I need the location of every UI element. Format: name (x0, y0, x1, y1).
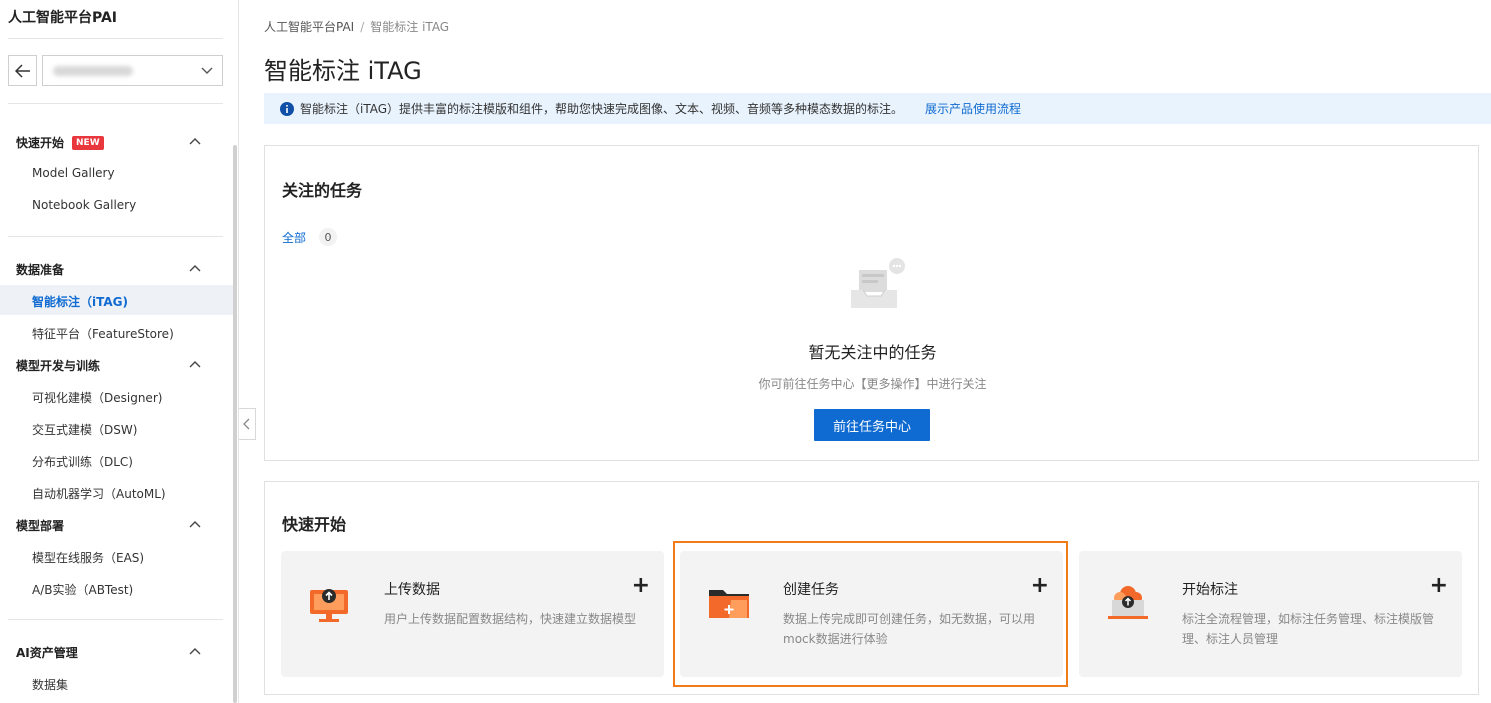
app-root: 人工智能平台PAI 快速开始 NEW Model Gallery Noteboo… (0, 0, 1491, 703)
nav-item-datasets[interactable]: 数据集 (32, 676, 68, 693)
cloud-laptop-icon (1108, 586, 1148, 619)
nav-group-label: 快速开始 (16, 136, 65, 150)
chevron-up-icon[interactable] (188, 518, 202, 530)
nav-item-dlc[interactable]: 分布式训练（DLC) (32, 453, 133, 470)
nav-group-deploy[interactable]: 模型部署 (16, 517, 64, 534)
page-title: 智能标注 iTAG (264, 57, 422, 85)
nav-item-abtest[interactable]: A/B实验（ABTest) (32, 581, 133, 598)
breadcrumb-separator: / (360, 20, 365, 34)
followed-tasks-card: 关注的任务 全部 0 暂无关注中的任务 你可前往任务中心【更多操作】中进行关注 … (264, 145, 1479, 461)
nav-item-model-gallery[interactable]: Model Gallery (32, 166, 115, 180)
breadcrumb-root[interactable]: 人工智能平台PAI (264, 20, 354, 34)
product-flow-link[interactable]: 展示产品使用流程 (925, 100, 1021, 117)
arrow-left-icon (14, 63, 30, 78)
start-labeling-card[interactable]: 开始标注 标注全流程管理，如标注任务管理、标注模版管理、标注人员管理 + (1079, 551, 1462, 677)
app-title: 人工智能平台PAI (8, 10, 118, 26)
workspace-select[interactable] (42, 55, 223, 86)
empty-inbox-icon (851, 258, 905, 308)
nav-item-automl[interactable]: 自动机器学习（AutoML) (32, 485, 166, 502)
nav-group-label: 模型部署 (16, 519, 65, 533)
nav-group-label: AI资产管理 (16, 646, 78, 660)
plus-icon[interactable]: + (1430, 575, 1448, 597)
card-name: 上传数据 (384, 582, 440, 598)
card-description: 标注全流程管理，如标注任务管理、标注模版管理、标注人员管理 (1182, 612, 1435, 646)
empty-state-title: 暂无关注中的任务 (808, 343, 937, 362)
chevron-left-icon (243, 418, 250, 430)
chevron-up-icon[interactable] (188, 135, 202, 147)
nav-group-label: 数据准备 (16, 263, 65, 277)
sidebar-collapse-button[interactable] (239, 408, 256, 440)
chevron-up-icon[interactable] (188, 645, 202, 657)
nav-group-model-dev[interactable]: 模型开发与训练 (16, 357, 100, 374)
sidebar-divider (8, 103, 223, 104)
card-description: 用户上传数据配置数据结构，快速建立数据模型 (384, 612, 637, 626)
card-name: 开始标注 (1182, 582, 1238, 598)
info-icon (280, 101, 294, 116)
breadcrumb-current: 智能标注 iTAG (370, 20, 450, 34)
new-badge: NEW (72, 135, 104, 150)
back-button[interactable] (8, 55, 37, 86)
chevron-up-icon[interactable] (188, 262, 202, 274)
quick-start-title: 快速开始 (282, 515, 347, 534)
info-banner-text: 智能标注（iTAG）提供丰富的标注模版和组件，帮助您快速完成图像、文本、视频、音… (300, 102, 904, 116)
nav-item-eas[interactable]: 模型在线服务（EAS) (32, 549, 144, 566)
nav-item-notebook-gallery[interactable]: Notebook Gallery (32, 198, 136, 212)
sidebar-divider (8, 236, 223, 237)
sidebar-divider (8, 38, 223, 39)
nav-group-label: 模型开发与训练 (16, 359, 101, 373)
nav-item-designer[interactable]: 可视化建模（Designer) (32, 389, 162, 406)
nav-group-ai-assets[interactable]: AI资产管理 (16, 644, 78, 661)
filter-all-tab[interactable]: 全部 (282, 229, 306, 246)
workspace-name-redacted (53, 66, 133, 76)
plus-icon[interactable]: + (632, 575, 650, 597)
sidebar-scrollbar[interactable] (233, 145, 237, 703)
filter-count-badge: 0 (319, 228, 337, 246)
chevron-down-icon (201, 67, 213, 74)
chevron-up-icon[interactable] (188, 358, 202, 370)
nav-item-itag[interactable]: 智能标注（iTAG) (32, 293, 128, 310)
followed-tasks-title: 关注的任务 (282, 181, 363, 200)
nav-item-featurestore[interactable]: 特征平台（FeatureStore) (32, 325, 174, 342)
nav-group-quick-start[interactable]: 快速开始 NEW (16, 134, 104, 151)
go-task-center-button[interactable]: 前往任务中心 (814, 409, 930, 441)
breadcrumb: 人工智能平台PAI / 智能标注 iTAG (264, 18, 449, 35)
nav-group-data-prep[interactable]: 数据准备 (16, 261, 64, 278)
upload-monitor-icon (310, 589, 348, 622)
upload-data-card[interactable]: 上传数据 用户上传数据配置数据结构，快速建立数据模型 + (281, 551, 664, 677)
empty-state-subtitle: 你可前往任务中心【更多操作】中进行关注 (758, 377, 987, 391)
highlight-annotation-box (673, 541, 1068, 687)
sidebar: 人工智能平台PAI 快速开始 NEW Model Gallery Noteboo… (0, 0, 239, 703)
nav-item-dsw[interactable]: 交互式建模（DSW) (32, 421, 137, 438)
info-banner: 智能标注（iTAG）提供丰富的标注模版和组件，帮助您快速完成图像、文本、视频、音… (264, 93, 1491, 124)
sidebar-divider (8, 619, 223, 620)
